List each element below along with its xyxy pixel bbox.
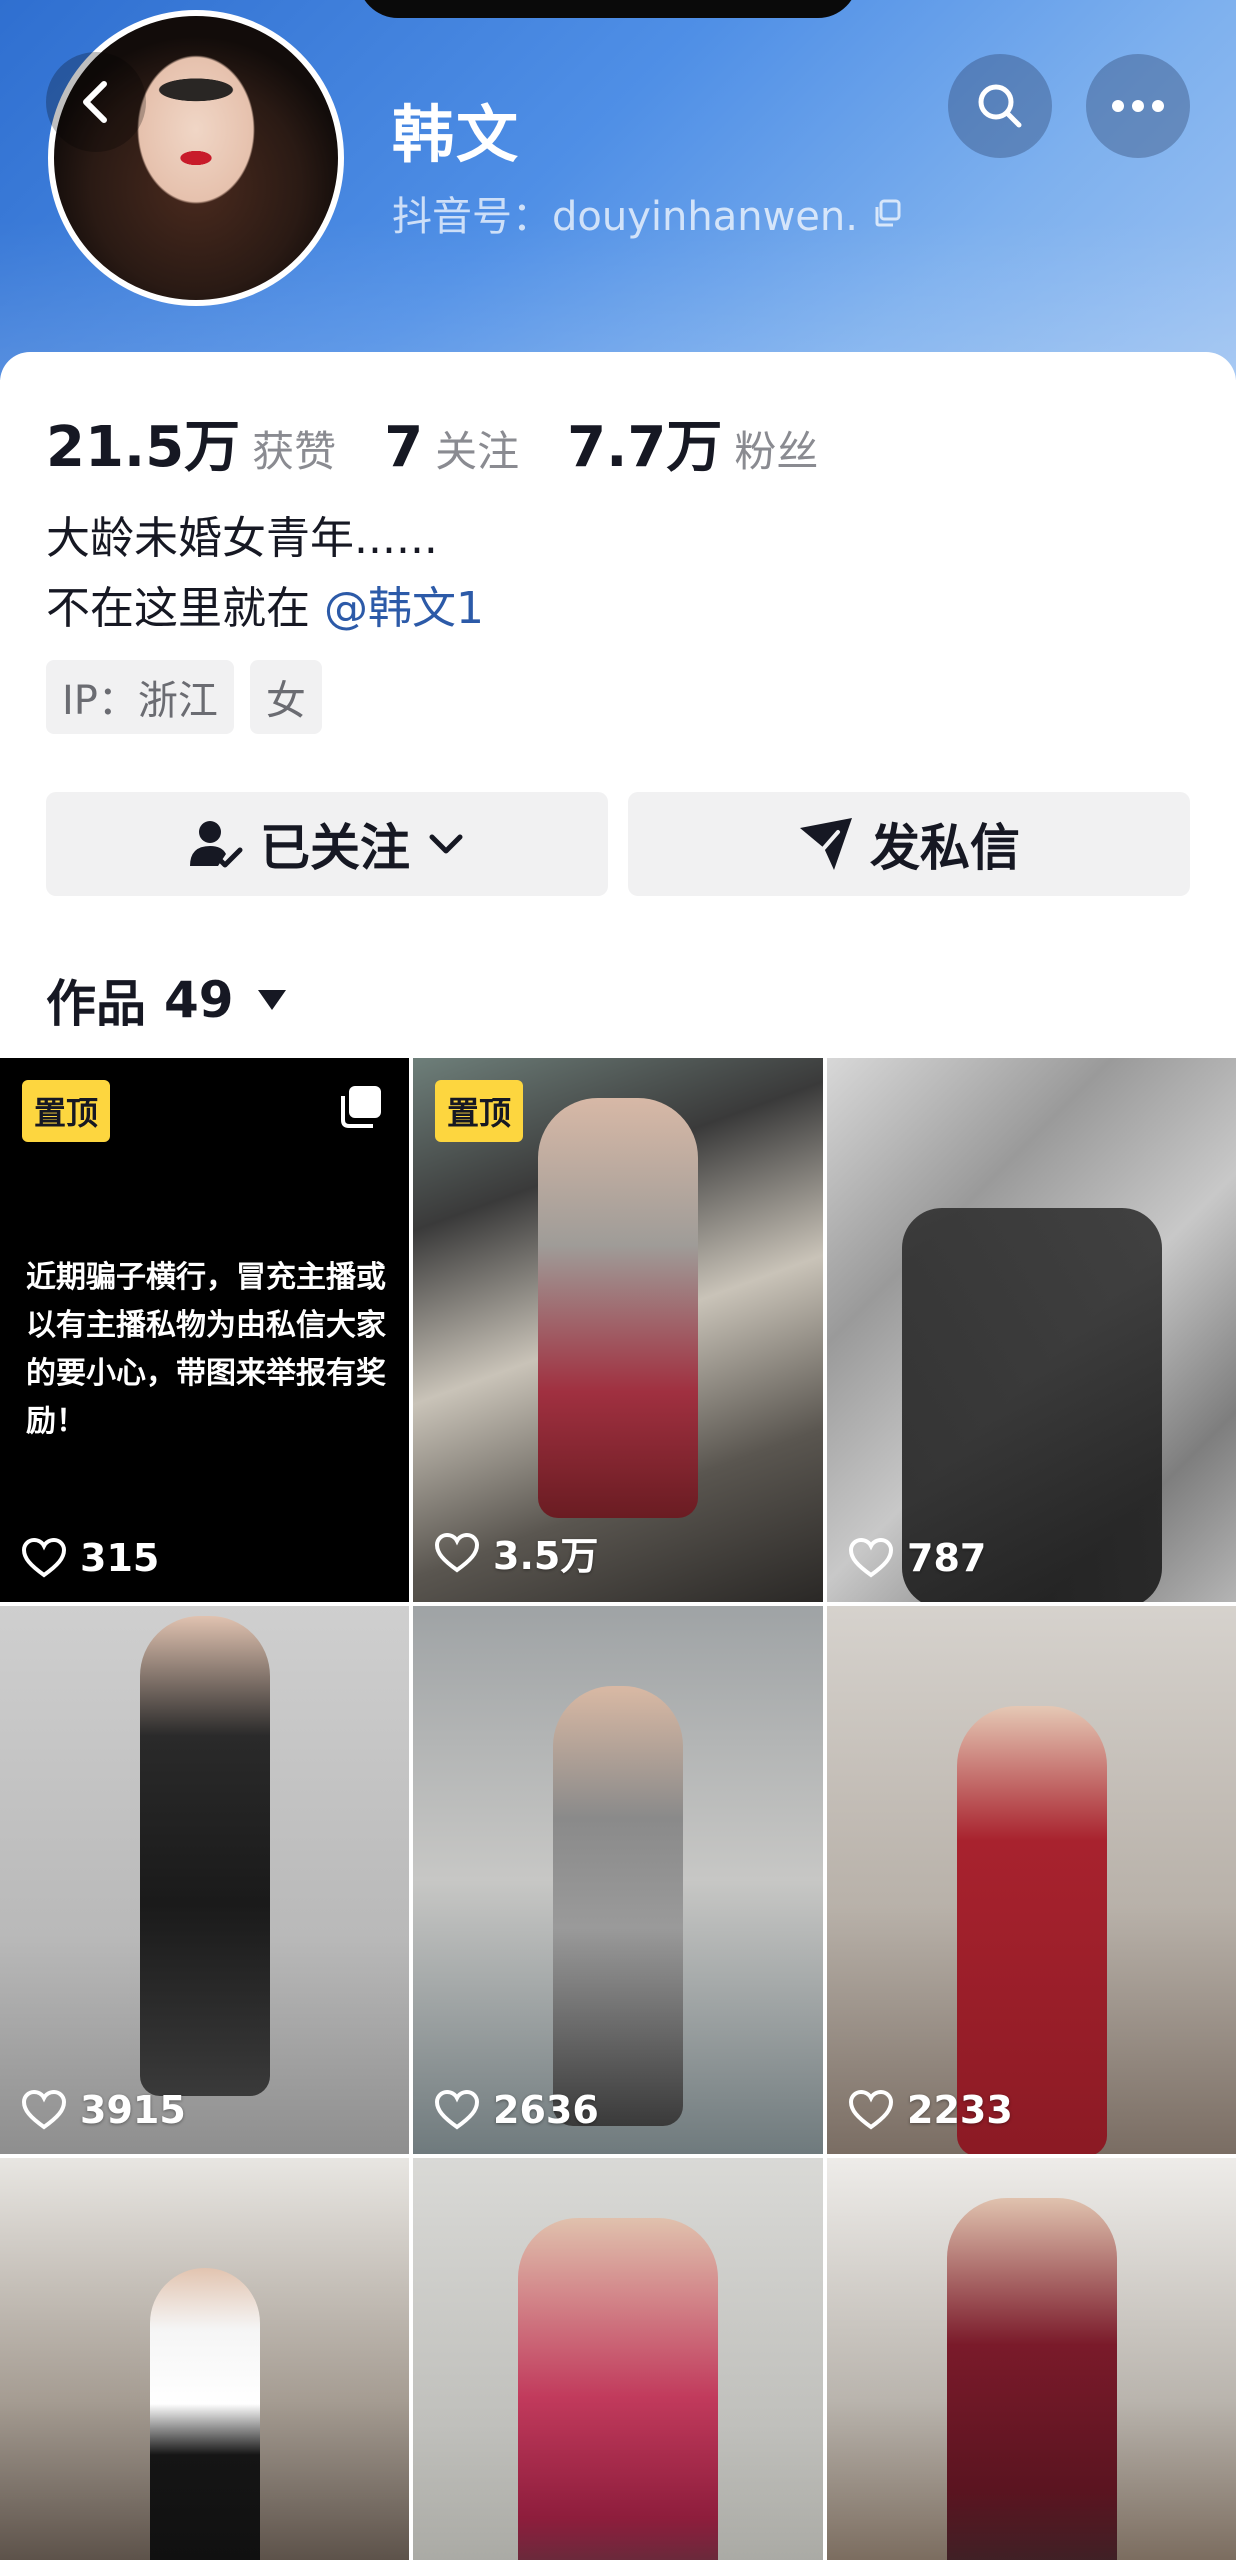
more-button[interactable] <box>1086 54 1190 158</box>
thumbnail-figure <box>946 2198 1117 2560</box>
like-count-text: 787 <box>907 1536 987 1580</box>
like-count: 2636 <box>435 2088 599 2132</box>
like-count: 3.5万 <box>435 1525 598 1580</box>
video-thumbnail[interactable]: 3915 <box>0 1606 409 2154</box>
search-button[interactable] <box>948 54 1052 158</box>
heart-icon <box>22 1538 66 1578</box>
like-count: 3915 <box>22 2088 186 2132</box>
following-label: 关注 <box>435 427 520 476</box>
device-notch <box>358 0 858 18</box>
followers-count[interactable]: 7.7万 <box>567 402 722 483</box>
douyin-id-text: 抖音号：douyinhanwen. <box>392 194 858 240</box>
thumbnail-figure <box>139 1616 270 2096</box>
like-count-text: 315 <box>80 1536 160 1580</box>
search-icon <box>978 84 1022 128</box>
like-count: 2233 <box>849 2088 1013 2132</box>
works-count: 49 <box>164 971 234 1029</box>
mention-link[interactable]: @韩文1 <box>324 583 484 634</box>
thumbnail-figure <box>518 2218 718 2560</box>
followed-button[interactable]: 已关注 <box>46 792 608 896</box>
bio-line-1: 大龄未婚女青年...... <box>46 513 438 564</box>
gender-tag: 女 <box>249 660 322 734</box>
video-thumbnail[interactable] <box>827 2158 1236 2560</box>
caret-down-icon <box>257 990 286 1010</box>
heart-icon <box>435 2090 479 2130</box>
works-label: 作品 <box>46 975 146 1033</box>
like-count-text: 2233 <box>907 2088 1013 2132</box>
copy-icon[interactable] <box>872 198 902 228</box>
following-count[interactable]: 7 <box>384 415 423 480</box>
like-count-text: 2636 <box>493 2088 599 2132</box>
likes-count[interactable]: 21.5万 <box>46 402 240 483</box>
bio-line-2: 不在这里就在 @韩文1 <box>46 574 484 644</box>
more-icon <box>1112 100 1164 112</box>
like-count-text: 3915 <box>80 2088 186 2132</box>
video-thumbnail[interactable] <box>413 2158 823 2560</box>
profile-header: 韩文 抖音号：douyinhanwen. <box>0 0 1236 380</box>
profile-name: 韩文 <box>392 98 521 171</box>
video-thumbnail[interactable]: 置顶 近期骗子横行，冒充主播或以有主播私物为由私信大家的要小心，带图来举报有奖励… <box>0 1058 409 1602</box>
like-count: 787 <box>849 1536 986 1580</box>
thumbnail-figure <box>149 2268 260 2560</box>
send-message-button[interactable]: 发私信 <box>628 792 1190 896</box>
video-grid: 置顶 近期骗子横行，冒充主播或以有主播私物为由私信大家的要小心，带图来举报有奖励… <box>0 1058 1236 2560</box>
video-thumbnail[interactable]: 2636 <box>413 1606 823 2154</box>
chevron-down-icon <box>429 834 463 854</box>
thumbnail-figure <box>553 1686 683 2126</box>
heart-icon <box>849 2090 893 2130</box>
back-button[interactable] <box>46 52 146 152</box>
send-message-label: 发私信 <box>870 819 1020 877</box>
notice-text: 近期骗子横行，冒充主播或以有主播私物为由私信大家的要小心，带图来举报有奖励！ <box>26 1260 386 1439</box>
likes-label: 获赞 <box>252 427 337 476</box>
like-count: 315 <box>22 1536 159 1580</box>
bio: 大龄未婚女青年...... 不在这里就在 @韩文1 <box>46 504 484 644</box>
heart-icon <box>849 1538 893 1578</box>
followed-user-icon <box>190 821 243 868</box>
stats-row: 21.5万 获赞 7 关注 7.7万 粉丝 <box>46 402 866 483</box>
pinned-badge: 置顶 <box>22 1080 111 1142</box>
send-icon <box>800 818 852 870</box>
followers-label: 粉丝 <box>734 427 819 476</box>
back-icon <box>83 81 107 123</box>
video-thumbnail[interactable] <box>0 2158 409 2560</box>
douyin-id[interactable]: 抖音号：douyinhanwen. <box>392 184 902 242</box>
video-thumbnail[interactable]: 787 <box>827 1058 1236 1602</box>
video-thumbnail[interactable]: 置顶 3.5万 <box>413 1058 823 1602</box>
bio-line-2-prefix: 不在这里就在 <box>46 583 324 634</box>
profile-card: 21.5万 获赞 7 关注 7.7万 粉丝 大龄未婚女青年...... 不在这里… <box>0 352 1236 1060</box>
multi-image-icon <box>341 1086 381 1128</box>
works-tab[interactable]: 作品 49 <box>46 964 286 1036</box>
thumbnail-figure <box>538 1098 698 1518</box>
tags-row: IP：浙江 女 <box>46 660 322 734</box>
thumbnail-figure <box>956 1706 1107 2154</box>
like-count-text: 3.5万 <box>493 1534 599 1578</box>
video-thumbnail[interactable]: 2233 <box>827 1606 1236 2154</box>
ip-location-tag: IP：浙江 <box>46 660 234 734</box>
heart-icon <box>435 1532 479 1572</box>
pinned-badge: 置顶 <box>435 1080 524 1142</box>
heart-icon <box>22 2090 66 2130</box>
followed-label: 已关注 <box>260 819 410 877</box>
